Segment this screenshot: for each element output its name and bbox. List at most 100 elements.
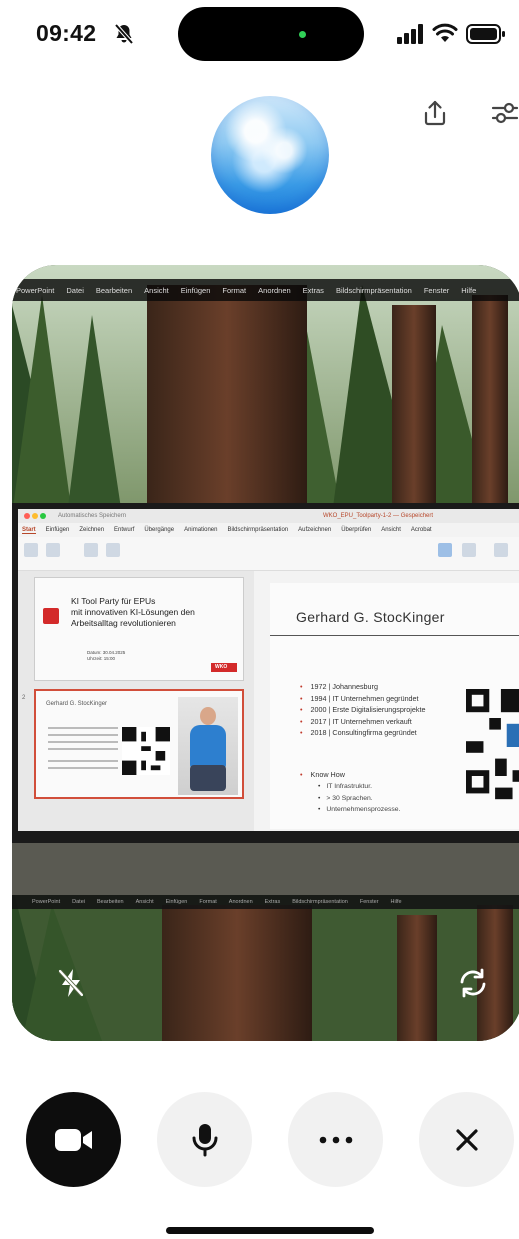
ribbon-button <box>438 543 452 557</box>
bullet-line <box>48 767 118 769</box>
slide1-title-line: KI Tool Party für EPUs <box>71 596 156 606</box>
tab-entwurf: Entwurf <box>114 527 135 533</box>
ppt-titlebar: Automatisches Speichern WKO_EPU_Toolpart… <box>18 509 519 523</box>
microphone-icon <box>192 1123 217 1156</box>
menu-item: Hilfe <box>390 899 402 905</box>
person-head <box>200 707 216 725</box>
bullet-line <box>48 727 118 729</box>
autosave-label: Automatisches Speichern <box>58 513 127 519</box>
menu-item: Fenster <box>359 899 379 905</box>
qr-code-icon <box>466 689 519 805</box>
slide2-name: Gerhard G. StocKinger <box>46 701 108 707</box>
know-how-item: IT Infrastruktur. <box>318 781 400 793</box>
battery-icon <box>466 24 505 44</box>
menu-item: Extras <box>264 899 281 905</box>
menu-item: Ansicht <box>135 899 154 905</box>
camera-preview: PowerPoint Datei Bearbeiten Ansicht Einf… <box>12 265 519 1041</box>
signal-icon <box>397 24 423 44</box>
menu-item: Bildschirmpräsentation <box>335 285 412 295</box>
bullet-line <box>48 734 118 736</box>
tab-aufzeichnen: Aufzeichnen <box>298 527 332 533</box>
menu-item: Einfügen <box>180 285 211 295</box>
bio-bullet: 1994 | IT Unternehmen gegründet <box>300 693 425 705</box>
monitor: Automatisches Speichern WKO_EPU_Toolpart… <box>12 503 519 843</box>
slide-number: 2 <box>22 695 26 701</box>
person-body <box>190 725 226 769</box>
ribbon-button <box>494 543 508 557</box>
assistant-orb <box>211 96 329 214</box>
tab-uebergaenge: Übergänge <box>144 527 175 533</box>
know-how-item: > 30 Sprachen. <box>318 793 400 805</box>
person-legs <box>190 765 226 791</box>
know-how-heading-list: Know How <box>300 769 345 781</box>
bio-bullet: 1972 | Johannesburg <box>300 681 425 693</box>
wko-badge: WKO <box>211 663 237 672</box>
qr-code-icon <box>122 727 170 775</box>
microphone-button[interactable] <box>157 1092 252 1187</box>
ribbon-tabs: Start Einfügen Zeichnen Entwurf Übergäng… <box>18 523 519 537</box>
slide-thumbnail-2: Gerhard G. StocKinger <box>34 689 244 799</box>
close-icon <box>455 1128 478 1151</box>
bio-bullet: 2000 | Erste Digitalisierungsprojekte <box>300 704 426 716</box>
slide-title: Gerhard G. StocKinger <box>296 609 445 625</box>
menu-item: Extras <box>302 285 324 295</box>
bullet-line <box>48 748 118 750</box>
flash-off-icon <box>58 969 84 997</box>
menu-item: Anordnen <box>258 285 291 295</box>
ribbon-button <box>24 543 38 557</box>
video-button[interactable] <box>26 1092 121 1187</box>
menu-item: Bearbeiten <box>96 899 124 905</box>
speaker-photo <box>178 697 238 795</box>
tab-einfuegen: Einfügen <box>45 527 70 533</box>
slide1-title: KI Tool Party für EPUs mit innovativen K… <box>71 596 241 629</box>
ribbon-button <box>84 543 98 557</box>
main-slide: Gerhard G. StocKinger 1972 | Johannesbur… <box>270 583 519 829</box>
menu-item: Bildschirmpräsentation <box>292 899 348 905</box>
share-icon <box>424 100 446 126</box>
tab-ueberpruefen: Überprüfen <box>341 527 372 533</box>
bio-bullets: 1972 | Johannesburg 1994 | IT Unternehme… <box>300 681 426 739</box>
file-title: WKO_EPU_Toolparty-1-2 — Gespeichert <box>323 513 434 519</box>
know-how-item: Unternehmensprozesse. <box>318 804 400 816</box>
share-button[interactable] <box>418 96 452 130</box>
know-how-items: IT Infrastruktur. > 30 Sprachen. Unterne… <box>318 781 400 816</box>
menu-item: Ansicht <box>144 285 169 295</box>
slide1-date: Datum: 30.04.2025 Uhrzeit: 15:00 <box>87 650 125 662</box>
sliders-icon <box>491 102 519 124</box>
menu-item: Fenster <box>423 285 450 295</box>
video-camera-icon <box>54 1128 92 1151</box>
tab-zeichnen: Zeichnen <box>79 527 105 533</box>
ribbon <box>18 537 519 571</box>
more-dots-icon <box>319 1136 352 1143</box>
bell-slash-icon <box>114 23 134 45</box>
menu-item: Bearbeiten <box>95 285 133 295</box>
close-dot <box>24 513 30 519</box>
bullet-line <box>48 760 118 762</box>
slide1-date-line: Uhrzeit: 15:00 <box>87 656 116 661</box>
slide1-title-line: Arbeitsalltag revolutionieren <box>71 618 176 628</box>
flash-toggle-button[interactable] <box>54 966 88 1000</box>
switch-camera-button[interactable] <box>456 966 490 1000</box>
ribbon-button <box>46 543 60 557</box>
status-time: 09:42 <box>36 20 97 46</box>
slide2-bullets <box>48 727 118 774</box>
tab-ansicht: Ansicht <box>381 527 401 533</box>
menu-item: Datei <box>72 899 85 905</box>
wko-logo-icon <box>43 608 59 624</box>
bullet-line <box>48 741 118 743</box>
more-options-button[interactable] <box>288 1092 383 1187</box>
know-how-heading: Know How <box>300 769 345 781</box>
menu-item: Format <box>199 899 217 905</box>
menu-item: PowerPoint <box>32 899 61 905</box>
settings-button[interactable] <box>488 96 519 130</box>
menu-item: PowerPoint <box>16 285 55 295</box>
ribbon-button <box>106 543 120 557</box>
reflected-menubar: PowerPoint Datei Bearbeiten Ansicht Einf… <box>12 895 519 909</box>
zoom-dot <box>40 513 46 519</box>
slide-thumbnail-1: KI Tool Party für EPUs mit innovativen K… <box>34 577 244 681</box>
mac-menubar: PowerPoint Datei Bearbeiten Ansicht Einf… <box>12 279 519 301</box>
slide1-title-line: mit innovativen KI-Lösungen den <box>71 607 195 617</box>
home-indicator[interactable] <box>166 1227 374 1234</box>
end-session-button[interactable] <box>419 1092 514 1187</box>
camera-in-use-indicator <box>299 31 306 38</box>
